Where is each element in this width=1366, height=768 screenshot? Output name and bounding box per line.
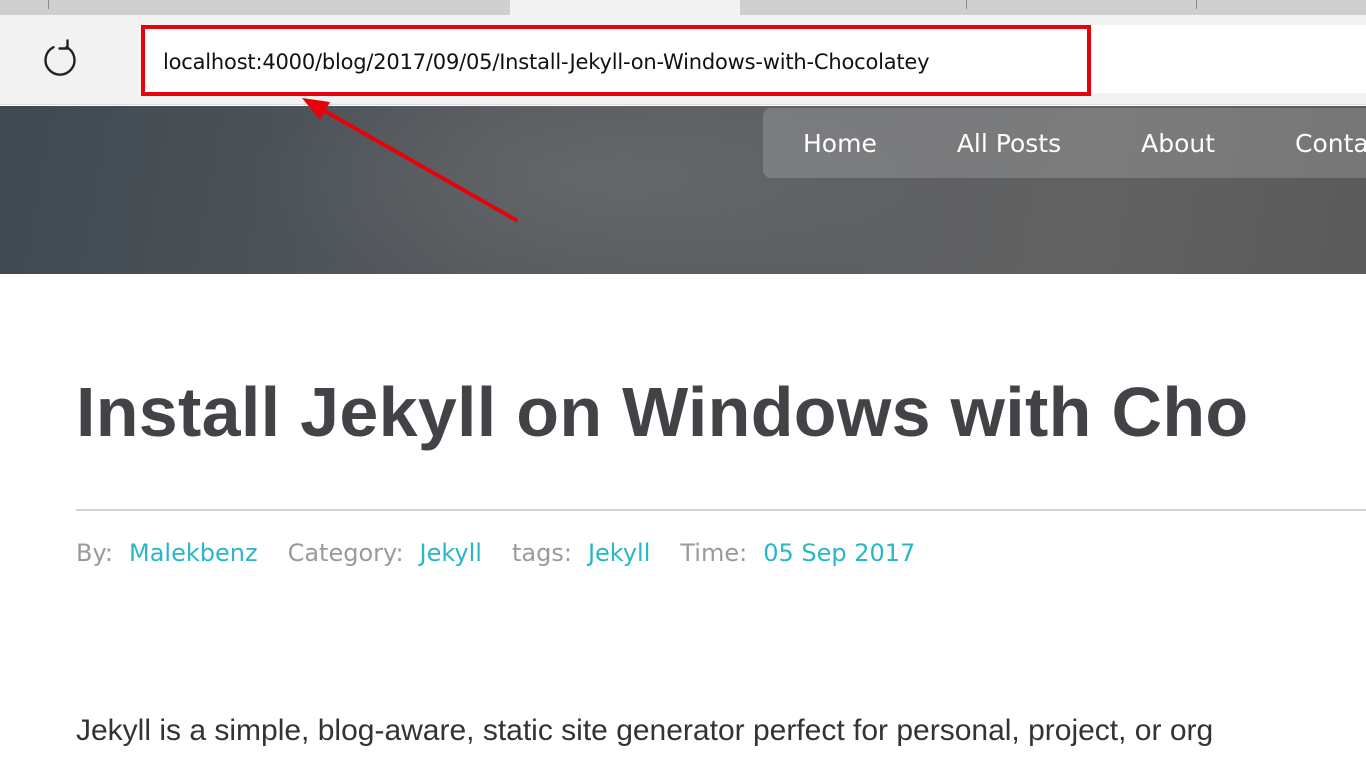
tab-strip <box>0 0 1366 15</box>
meta-category-link[interactable]: Jekyll <box>420 539 482 567</box>
meta-tags-label: tags: <box>511 539 572 567</box>
post-intro-paragraph: Jekyll is a simple, blog-aware, static s… <box>76 714 1214 747</box>
site-header-banner: Home All Posts About Conta <box>0 106 1366 274</box>
meta-tag-link[interactable]: Jekyll <box>588 539 650 567</box>
meta-time-label: Time: <box>680 539 748 567</box>
refresh-icon <box>40 38 80 84</box>
browser-toolbar <box>0 15 1366 105</box>
meta-by-label: By: <box>76 539 114 567</box>
tab-separator <box>48 0 49 9</box>
address-input[interactable] <box>163 45 1083 79</box>
nav-home[interactable]: Home <box>803 129 877 158</box>
tab-separator <box>1196 0 1197 9</box>
post-meta: By: Malekbenz Category: Jekyll tags: Jek… <box>76 536 945 570</box>
tab-active[interactable] <box>510 0 740 15</box>
nav-contact[interactable]: Conta <box>1295 129 1366 158</box>
nav-about[interactable]: About <box>1141 129 1215 158</box>
nav-all-posts[interactable]: All Posts <box>957 129 1061 158</box>
title-divider <box>76 509 1366 511</box>
post-title: Install Jekyll on Windows with Cho <box>76 373 1249 451</box>
meta-category-label: Category: <box>287 539 404 567</box>
tab-separator <box>966 0 967 9</box>
refresh-button[interactable] <box>38 38 82 84</box>
tab-inactive-left[interactable] <box>0 0 510 15</box>
site-nav: Home All Posts About Conta <box>763 108 1366 178</box>
meta-date[interactable]: 05 Sep 2017 <box>763 539 915 567</box>
tab-inactive-right[interactable] <box>740 0 1366 15</box>
meta-author-link[interactable]: Malekbenz <box>129 539 258 567</box>
